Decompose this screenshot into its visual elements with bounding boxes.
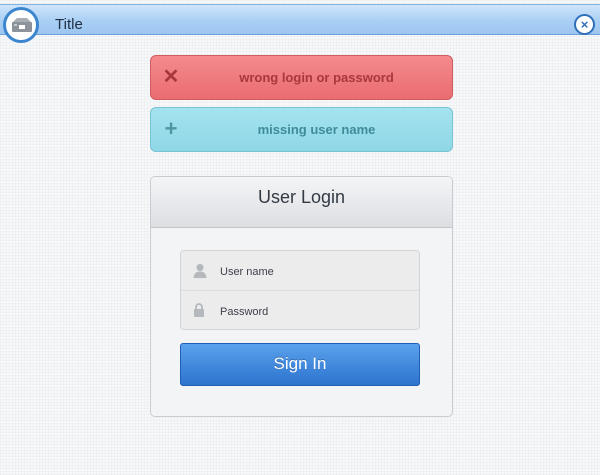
close-icon: × xyxy=(580,17,589,32)
user-icon xyxy=(193,263,207,278)
close-icon: ✕ xyxy=(162,66,180,88)
password-placeholder: Password xyxy=(220,306,269,318)
warning-alert-text: missing user name xyxy=(257,122,376,137)
window-title-bar: Title × xyxy=(0,4,600,43)
plus-icon: + xyxy=(164,116,178,141)
error-alert-text: wrong login or password xyxy=(239,70,394,85)
error-alert: ✕ wrong login or password xyxy=(150,55,453,100)
password-field[interactable]: Password xyxy=(181,290,419,329)
login-fields: User name Password xyxy=(180,250,420,330)
close-button[interactable]: × xyxy=(574,14,595,35)
login-header: User Login xyxy=(151,177,452,228)
username-field[interactable]: User name xyxy=(181,251,419,290)
login-title: User Login xyxy=(257,187,346,207)
username-placeholder: User name xyxy=(220,266,274,278)
sign-in-button[interactable]: Sign In xyxy=(180,343,420,386)
lock-icon xyxy=(194,303,204,317)
login-panel: User Login User name Password Sign In xyxy=(150,176,453,417)
window-title: Title xyxy=(55,16,83,33)
warning-alert: + missing user name xyxy=(150,107,453,152)
mailbox-icon xyxy=(12,18,32,32)
app-icon xyxy=(3,7,39,43)
